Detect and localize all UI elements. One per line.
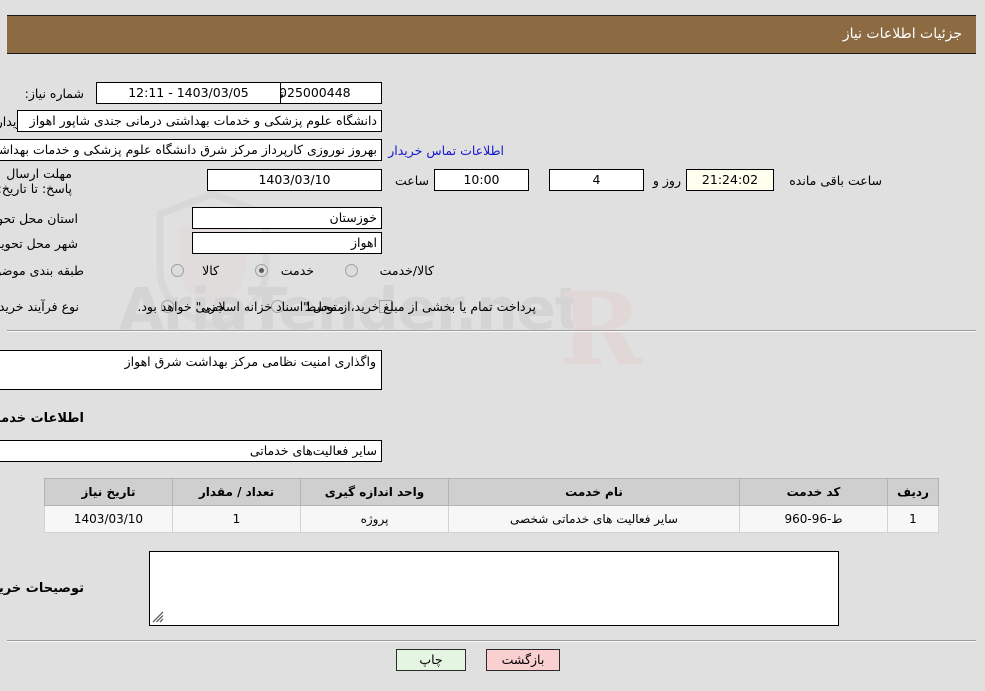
buyer-notes-label: توصیحات خریدار; — [0, 581, 85, 596]
radio-category-kala-khedmat[interactable] — [346, 264, 359, 277]
deadline-days-label: روز و — [653, 173, 682, 188]
description-text: واگذاری امنیت نظامی مرکز بهداشت شرق اهوا… — [125, 354, 377, 369]
radio-label-kala-khedmat: کالا/خدمت — [380, 263, 435, 278]
deadline-remaining-label: ساعت باقی مانده — [790, 173, 883, 188]
table-header-row: ردیف کد خدمت نام خدمت واحد اندازه گیری ت… — [45, 478, 940, 506]
cell-name: سایر فعالیت های خدماتی شخصی — [449, 505, 741, 533]
deadline-days-field[interactable]: 4 — [550, 169, 645, 191]
cell-index: 1 — [888, 505, 940, 533]
services-section-heading: اطلاعات خدمات مورد نیاز — [0, 411, 85, 426]
deadline-time-field[interactable]: 10:00 — [435, 169, 530, 191]
radio-label-kala: کالا — [203, 263, 220, 278]
cell-need-date: 1403/03/10 — [45, 505, 174, 533]
col-need-date: تاریخ نیاز — [45, 478, 174, 506]
col-index: ردیف — [888, 478, 940, 506]
buyer-contact-link[interactable]: اطلاعات تماس خریدار — [389, 143, 505, 158]
section-divider-2 — [8, 640, 977, 642]
need-number-label: شماره نیاز: — [25, 86, 85, 101]
province-field[interactable]: خوزستان — [193, 207, 383, 229]
page-header: جزئیات اطلاعات نیاز — [8, 15, 977, 54]
col-quantity: تعداد / مقدار — [173, 478, 302, 506]
section-divider-1 — [8, 330, 977, 332]
process-type-label: نوع فرآیند خرید : — [0, 299, 80, 314]
buyer-notes-textarea[interactable] — [150, 551, 840, 626]
col-name: نام خدمت — [449, 478, 741, 506]
service-group-field[interactable]: سایر فعالیت‌های خدماتی — [0, 440, 383, 462]
city-field[interactable]: اهواز — [193, 232, 383, 254]
province-label: استان محل تحویل: — [0, 211, 79, 226]
radio-label-khedmat: خدمت — [281, 263, 315, 278]
deadline-countdown-field: 21:24:02 — [687, 169, 775, 191]
deadline-label: مهلت ارسال پاسخ: تا تاریخ: — [0, 166, 73, 196]
deadline-hour-label: ساعت — [395, 173, 430, 188]
city-label: شهر محل تحویل: — [0, 236, 79, 251]
page-title: جزئیات اطلاعات نیاز — [843, 26, 963, 42]
public-announce-field[interactable]: 1403/03/05 - 12:11 — [97, 82, 282, 104]
cell-code: ط-96-960 — [740, 505, 889, 533]
radio-category-kala[interactable] — [172, 264, 185, 277]
table-row[interactable]: 1 ط-96-960 سایر فعالیت های خدماتی شخصی پ… — [45, 505, 940, 533]
col-unit: واحد اندازه گیری — [301, 478, 450, 506]
resize-handle-icon-2[interactable] — [153, 611, 165, 623]
radio-category-khedmat[interactable] — [256, 264, 269, 277]
description-textarea[interactable]: واگذاری امنیت نظامی مرکز بهداشت شرق اهوا… — [0, 350, 383, 390]
islamic-treasury-note: پرداخت تمام یا بخشی از مبلغ خرید،از محل … — [138, 299, 537, 314]
col-code: کد خدمت — [740, 478, 889, 506]
back-button[interactable]: بازگشت — [487, 649, 561, 671]
request-creator-field[interactable]: بهروز نوروزی کارپرداز مرکز شرق دانشگاه ع… — [0, 139, 383, 161]
services-table: ردیف کد خدمت نام خدمت واحد اندازه گیری ت… — [45, 478, 940, 533]
print-button[interactable]: چاپ — [397, 649, 467, 671]
deadline-date-field[interactable]: 1403/03/10 — [208, 169, 383, 191]
cell-unit: پروژه — [301, 505, 450, 533]
cell-quantity: 1 — [173, 505, 302, 533]
category-label: طبقه بندی موضوعی: — [0, 263, 85, 278]
watermark-letter: R — [560, 270, 644, 388]
buyer-org-field[interactable]: دانشگاه علوم پزشکی و خدمات بهداشتی درمان… — [18, 110, 383, 132]
